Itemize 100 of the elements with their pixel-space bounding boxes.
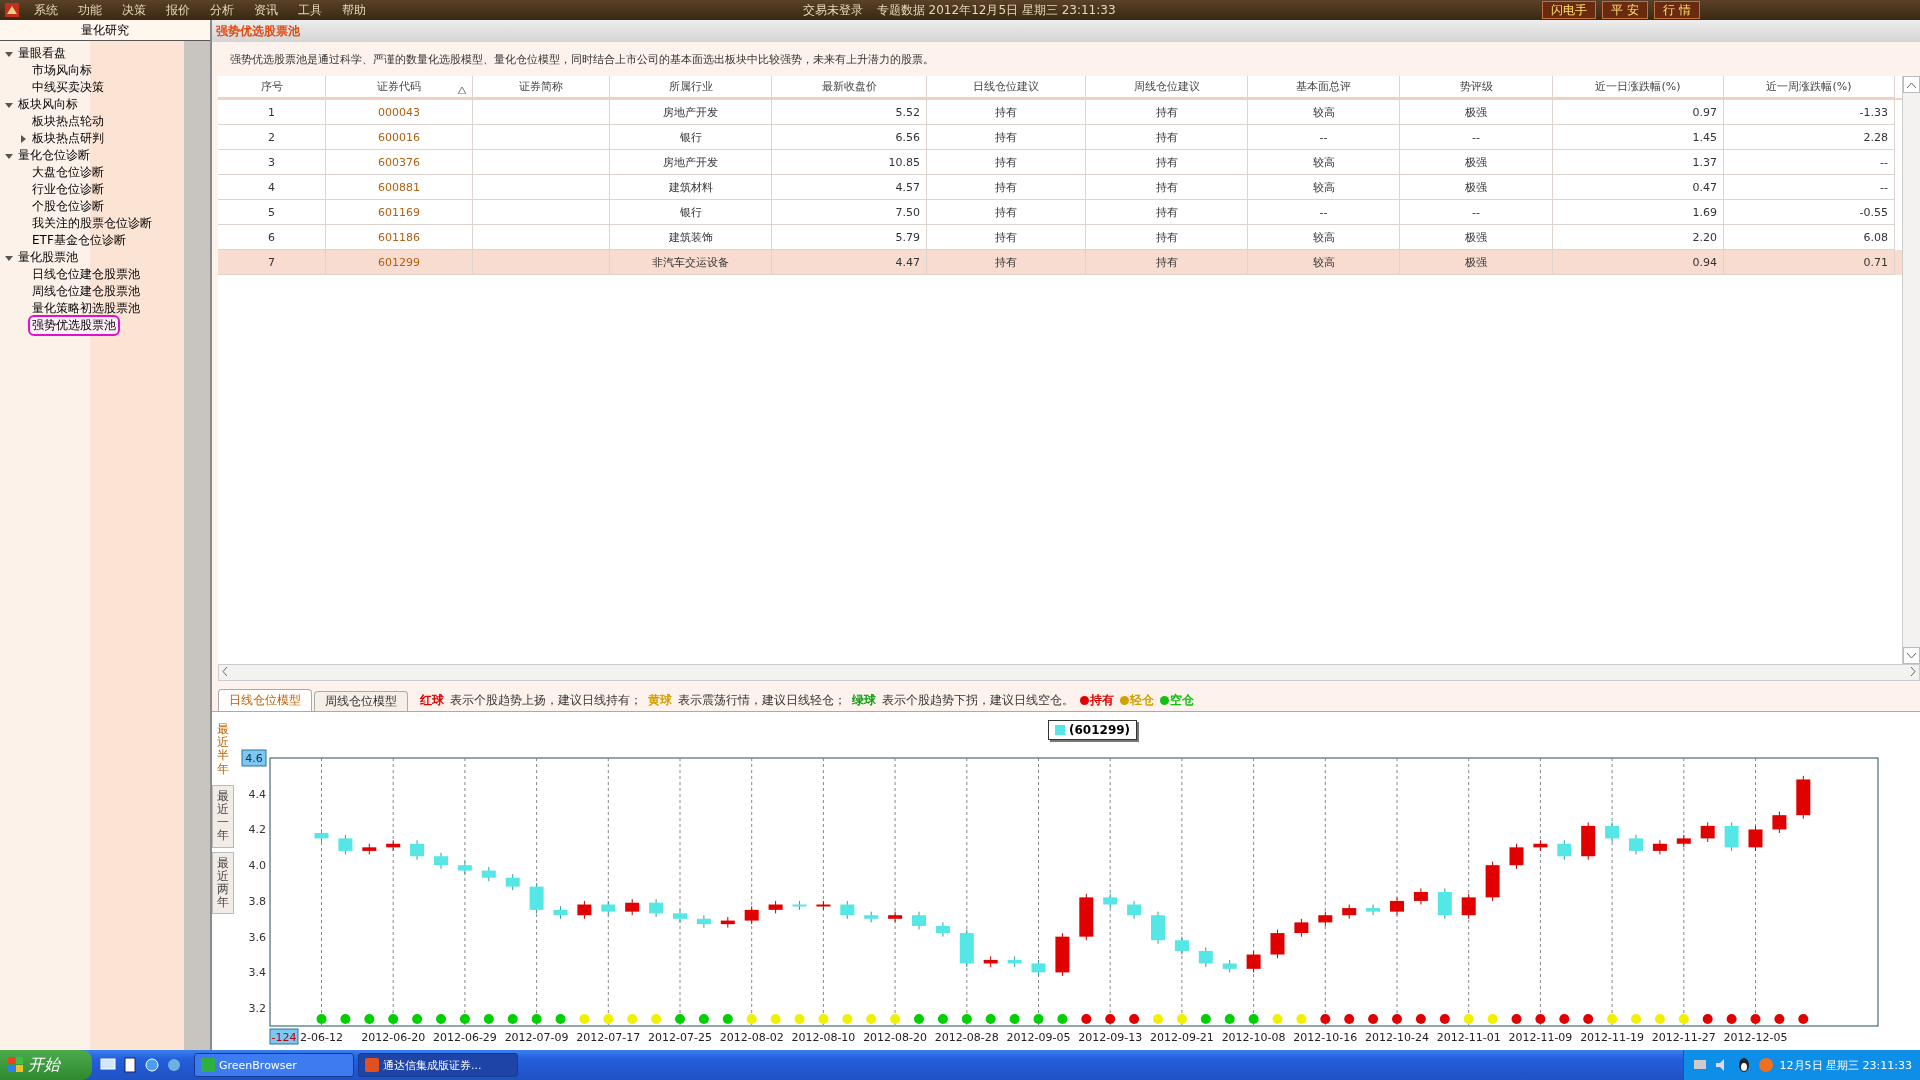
globe-icon[interactable] [166,1057,182,1073]
column-header[interactable]: 日线仓位建议 [927,76,1086,98]
candlestick [1605,821,1620,843]
candlestick [935,921,950,938]
x-tick-label: 2012-09-21 [1149,1031,1214,1044]
legend-label: 红球 [420,691,444,709]
tree-item[interactable]: 市场风向标 [30,62,94,79]
toolbar-button[interactable]: 闪电手 [1542,1,1597,19]
candlestick [816,900,831,911]
tree-item[interactable]: 日线仓位建仓股票池 [30,266,142,283]
candlestick [1652,839,1667,855]
x-tick-label: 2012-09-13 [1078,1031,1143,1044]
menu-item[interactable]: 分析 [200,1,244,19]
toolbar-button[interactable]: 平 安 [1602,1,1649,19]
candlestick [864,911,879,923]
table-cell: 7 [218,250,326,275]
toolbar-button[interactable]: 行 情 [1654,1,1700,19]
tree-item[interactable]: 强势优选股票池 [30,317,118,334]
column-header[interactable]: 所属行业 [610,76,772,98]
candlestick [673,909,687,923]
menu-item[interactable]: 系统 [24,1,68,19]
menu-item[interactable]: 帮助 [332,1,376,19]
desktop-icon[interactable] [100,1057,116,1073]
table-row[interactable]: 7 601299 非汽车交运设备 4.47 持有 持有 较高 极强 0.94 0.71 [218,250,1902,275]
menu-item[interactable]: 功能 [68,1,112,19]
collapsed-arrow-icon[interactable] [18,133,28,144]
tree-item[interactable]: 板块风向标 [16,96,80,113]
app-logo-icon[interactable] [4,2,20,18]
candlestick [1724,821,1739,852]
column-header[interactable]: 近一周涨跌幅(%) [1724,76,1895,98]
browser-icon[interactable] [144,1057,160,1073]
candlestick [696,914,711,929]
tree-item[interactable]: 板块热点轮动 [30,113,106,130]
description: 强势优选股票池是通过科学、严谨的数量化选股模型、量化仓位模型，同时结合上市公司的基本面选出板块中比较强势，未来有上升潜力的股票。 [230,51,934,67]
menu-item[interactable]: 资讯 [244,1,288,19]
candlestick [744,905,759,925]
tree-item[interactable]: 中线买卖决策 [30,79,106,96]
legend-text: 表示震荡行情，建议日线轻仓； [678,691,846,709]
column-header[interactable]: 证券简称 [473,76,610,98]
document-icon[interactable] [122,1057,138,1073]
tree-item[interactable]: 量化策略初选股票池 [30,300,142,317]
menu-item[interactable]: 决策 [112,1,156,19]
tree-item[interactable]: 个股仓位诊断 [30,198,106,215]
column-header[interactable]: 序号 [218,76,326,98]
x-tick-label: 2012-08-10 [791,1031,856,1044]
column-header[interactable]: 基本面总评 [1248,76,1400,98]
y-tick-label: 4.2 [248,823,266,837]
period-tab[interactable]: 最近两年 [212,851,234,915]
key-label: 空仓 [1170,691,1194,709]
table-cell: 0.71 [1724,250,1895,275]
tree-item[interactable]: 周线仓位建仓股票池 [30,283,142,300]
candlestick [1533,839,1548,852]
horizontal-scrollbar[interactable] [218,664,1920,681]
tree-item[interactable]: ETF基金仓位诊断 [30,232,128,249]
start-button[interactable]: 开始 [0,1050,92,1080]
scroll-up-icon[interactable] [1907,81,1916,88]
column-header[interactable]: 证券代码 [326,76,473,98]
candlestick [625,898,640,916]
candlestick [1294,918,1309,938]
app-icon [201,1058,215,1072]
period-tab[interactable]: 最近一年 [212,784,234,848]
tab[interactable]: 日线仓位模型 [218,689,312,711]
tree-item[interactable]: 我关注的股票仓位诊断 [30,215,154,232]
table-cell: 较高 [1248,250,1400,275]
legend-label: 黄球 [648,691,672,709]
tree-item[interactable]: 大盘仓位诊断 [30,164,106,181]
candlestick [410,839,425,861]
x-tick-label: 2012-07-25 [648,1031,712,1044]
cursor-index-label: -124 [269,1028,299,1045]
app-icon [365,1058,379,1072]
tree-item[interactable]: 行业仓位诊断 [30,181,106,198]
tab[interactable]: 周线仓位模型 [314,691,408,711]
vertical-scrollbar[interactable] [1902,76,1920,664]
candlestick [1318,911,1333,927]
y-tick-label: 3.2 [248,1002,266,1016]
clock: 12月5日 星期三 23:11:33 [1779,1057,1912,1073]
column-header[interactable]: 近一日涨跌幅(%) [1553,76,1724,98]
menu-item[interactable]: 报价 [156,1,200,19]
scroll-down-icon[interactable] [1907,652,1916,659]
x-tick-label: 2012-10-24 [1365,1031,1429,1044]
candlestick [1031,959,1046,977]
candlestick [1246,950,1261,973]
candlestick [649,898,664,918]
tree-item[interactable]: 量化股票池 [16,249,80,266]
candlestick [720,916,735,929]
key-label: 持有 [1090,691,1114,709]
table-cell: 持有 [927,250,1086,275]
column-header[interactable]: 最新收盘价 [772,76,927,98]
column-header[interactable]: 周线仓位建议 [1086,76,1248,98]
table-cell: 601299 [326,250,473,275]
tree-item[interactable]: 板块热点研判 [30,130,106,147]
taskbar-button[interactable]: 通达信集成版证券... [358,1053,518,1077]
tree-item[interactable]: 量化仓位诊断 [16,147,92,164]
candlestick [1151,911,1165,945]
taskbar-button[interactable]: GreenBrowser [194,1053,354,1077]
column-header[interactable]: 势评级 [1400,76,1553,98]
tree-item[interactable]: 量眼看盘 [16,45,68,62]
candlestick [1748,825,1763,852]
candlestick [362,843,377,855]
menu-item[interactable]: 工具 [288,1,332,19]
